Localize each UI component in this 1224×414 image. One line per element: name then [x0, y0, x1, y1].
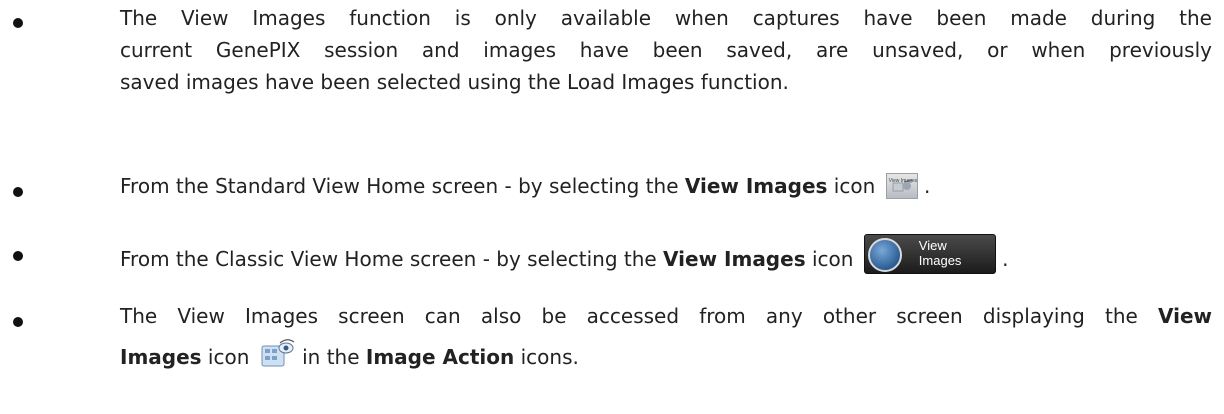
camera-eye-icon	[867, 238, 902, 272]
paragraph-text: .	[995, 247, 1009, 271]
paragraph-text: icons.	[514, 345, 579, 369]
paragraph-text: in the	[295, 345, 366, 369]
icon-caption: View Images	[888, 178, 918, 184]
bold-term: Image Action	[365, 345, 515, 369]
paragraph-text: icon	[827, 174, 876, 198]
paragraph-line: current GenePIX session and images have …	[120, 38, 1212, 62]
bullet-paragraph-2: From the Standard View Home screen - by …	[120, 170, 1212, 202]
icon-label: View Images	[918, 238, 962, 268]
paragraph-line: saved images have been selected using th…	[120, 70, 789, 94]
view-images-icon[interactable]: View Images	[863, 234, 996, 274]
bold-term: Images	[120, 345, 202, 369]
paragraph-line: The View Images screen can also be acces…	[120, 300, 1212, 332]
bold-term: View Images	[684, 174, 828, 198]
paragraph-line: Images icon in the Image Action icons.	[120, 338, 1212, 377]
view-images-icon[interactable]: View Images	[885, 173, 918, 199]
bold-term: View	[1157, 304, 1212, 328]
bullet-paragraph-3: From the Classic View Home screen - by s…	[120, 234, 1212, 275]
paragraph-text: icon	[805, 247, 854, 271]
bullet-dot-2	[13, 187, 23, 197]
image-action-view-images-icon[interactable]	[260, 338, 296, 377]
bullet-paragraph-1: The View Images function is only availab…	[120, 2, 1212, 98]
paragraph-line: The View Images function is only availab…	[120, 6, 1212, 30]
bold-term: View Images	[663, 247, 806, 271]
bullet-paragraph-4: The View Images screen can also be acces…	[120, 300, 1212, 377]
bullet-dot-4	[13, 317, 23, 327]
paragraph-text: .	[917, 174, 931, 198]
bullet-dot-1	[13, 18, 23, 28]
paragraph-text: icon	[201, 345, 250, 369]
paragraph-text: The View Images screen can also be acces…	[120, 304, 1158, 328]
paragraph-text: From the Standard View Home screen - by …	[120, 174, 685, 198]
paragraph-text: From the Classic View Home screen - by s…	[120, 247, 664, 271]
bullet-dot-3	[13, 251, 23, 261]
